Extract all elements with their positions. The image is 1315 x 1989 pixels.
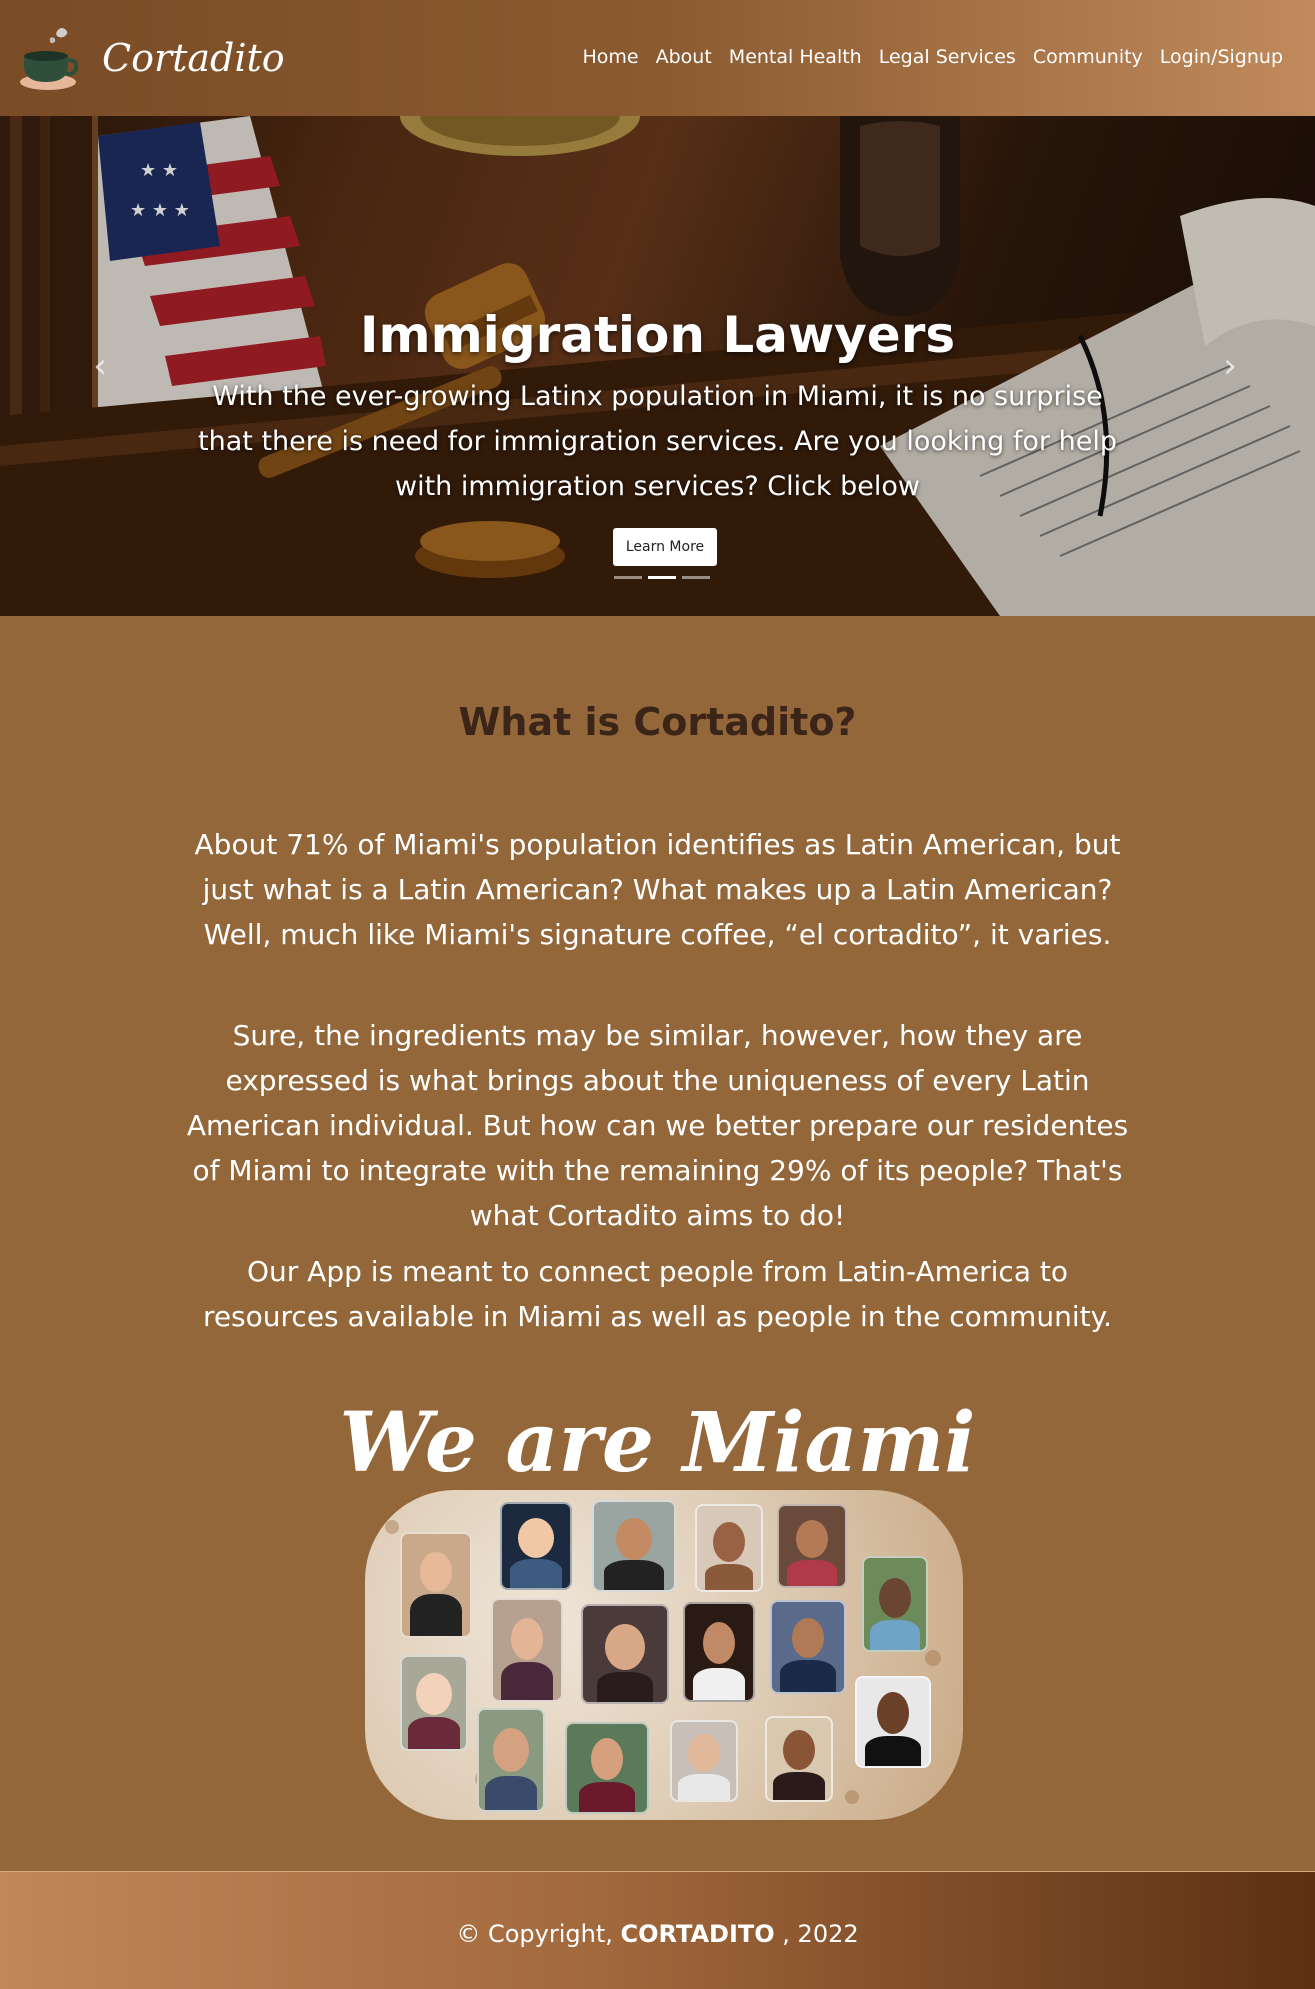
community-photo (670, 1720, 738, 1802)
we-are-miami-title: We are Miami (339, 1395, 976, 1491)
community-photo (765, 1716, 833, 1802)
footer-copyright: © Copyright, CORTADITO , 2022 (0, 1920, 1315, 1948)
about-paragraph-1: About 71% of Miami's population identifi… (194, 828, 1121, 951)
copyright-brand: CORTADITO (620, 1920, 775, 1948)
community-photo (565, 1722, 649, 1814)
community-photo (581, 1604, 669, 1704)
learn-more-button[interactable]: Learn More (613, 528, 717, 566)
community-photo-collage (365, 1490, 963, 1820)
copyright-year: , 2022 (782, 1920, 859, 1948)
footer: © Copyright, CORTADITO , 2022 (0, 1872, 1315, 1989)
coffee-cup-icon (20, 28, 79, 90)
community-photo (770, 1600, 846, 1694)
hero-text: With the ever-growing Latinx population … (198, 381, 1117, 502)
about-paragraph-3: Our App is meant to connect people from … (202, 1255, 1113, 1333)
nav-mental-health[interactable]: Mental Health (729, 46, 862, 68)
nav-legal-services[interactable]: Legal Services (879, 46, 1016, 68)
brand[interactable]: Cortadito (20, 24, 285, 92)
hero-title: Immigration Lawyers (359, 306, 956, 364)
community-photo (862, 1556, 928, 1652)
community-photo (683, 1602, 755, 1702)
community-photo (400, 1655, 468, 1751)
community-photo (592, 1500, 676, 1592)
nav-login-signup[interactable]: Login/Signup (1160, 46, 1283, 68)
navbar: Cortadito Home About Mental Health Legal… (0, 0, 1315, 116)
carousel-indicator-1[interactable] (614, 576, 642, 579)
nav-home[interactable]: Home (583, 46, 639, 68)
brand-name: Cortadito (102, 36, 285, 80)
community-photo (855, 1676, 931, 1768)
carousel-indicators (614, 576, 710, 579)
copyright-prefix: © Copyright, (456, 1920, 613, 1948)
nav-community[interactable]: Community (1033, 46, 1143, 68)
nav-about[interactable]: About (656, 46, 712, 68)
hero-carousel: ★ ★ ★ ★ ★ ‹ › Immigration Lawyers W (0, 116, 1315, 616)
community-photo (500, 1502, 572, 1590)
community-photo (491, 1598, 563, 1702)
carousel-indicator-3[interactable] (682, 576, 710, 579)
community-photo (477, 1708, 545, 1812)
nav-links: Home About Mental Health Legal Services … (583, 46, 1284, 68)
about-paragraph-2: Sure, the ingredients may be similar, ho… (186, 1019, 1129, 1232)
community-photo (400, 1532, 472, 1638)
community-photo (777, 1504, 847, 1588)
carousel-indicator-2[interactable] (648, 576, 676, 579)
community-photo (695, 1504, 763, 1592)
about-title: What is Cortadito? (458, 700, 857, 744)
